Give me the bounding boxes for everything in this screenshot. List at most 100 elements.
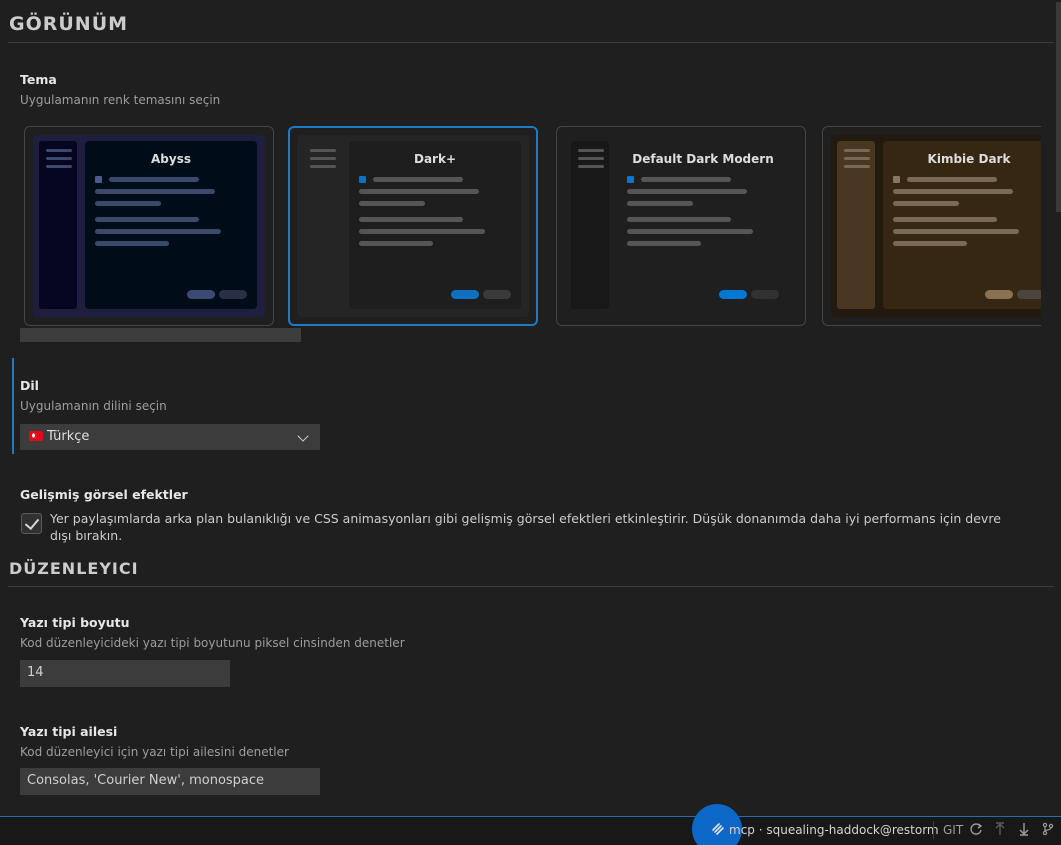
font-size-description: Kod düzenleyicideki yazı tipi boyutunu p…: [20, 636, 405, 650]
preview-sidebar-line: [310, 165, 336, 168]
refresh-icon[interactable]: [969, 822, 983, 836]
preview-code-line: [373, 177, 463, 182]
theme-name: Default Dark Modern: [632, 152, 774, 166]
theme-label: Tema: [20, 72, 57, 87]
preview-code-line: [109, 177, 199, 182]
font-size-label: Yazı tipi boyutu: [20, 615, 130, 630]
preview-sidebar-line: [578, 165, 604, 168]
theme-name: Dark+: [413, 152, 456, 166]
status-separator: [933, 821, 934, 839]
preview-code-line: [359, 217, 463, 222]
preview-sidebar-line: [46, 149, 72, 152]
status-git-label[interactable]: GIT: [943, 823, 963, 837]
preview-code-line: [907, 177, 997, 182]
theme-name: Kimbie Dark: [927, 152, 1011, 166]
preview-sidebar-line: [578, 149, 604, 152]
preview-code-line: [893, 229, 1019, 234]
scrollbar-thumb[interactable]: [1056, 2, 1061, 212]
language-select[interactable]: Türkçe: [20, 424, 320, 450]
language-description: Uygulamanın dilini seçin: [20, 399, 167, 413]
section-title-appearance: GÖRÜNÜM: [9, 13, 129, 35]
theme-description: Uygulamanın renk temasını seçin: [20, 93, 221, 107]
remote-icon: [712, 823, 724, 835]
theme-card[interactable]: Default Dark Modern: [556, 126, 806, 326]
preview-code-line: [627, 241, 701, 246]
preview-primary-button: [985, 290, 1013, 299]
theme-preview-editor: Dark+: [349, 141, 521, 309]
theme-preview-editor: Abyss: [85, 141, 257, 309]
section-divider: [8, 42, 1054, 43]
language-label: Dil: [20, 378, 39, 393]
theme-preview-sidebar: [303, 141, 341, 309]
pull-icon[interactable]: [1017, 822, 1031, 836]
preview-secondary-button: [751, 290, 779, 299]
settings-page: GÖRÜNÜM Tema Uygulamanın renk temasını s…: [0, 0, 1061, 845]
preview-code-line: [893, 189, 1013, 194]
preview-primary-button: [187, 290, 215, 299]
theme-card[interactable]: Dark+: [288, 126, 538, 326]
preview-primary-button: [719, 290, 747, 299]
preview-sidebar-line: [46, 157, 72, 160]
theme-card[interactable]: Kimbie Dark: [822, 126, 1041, 326]
preview-code-line: [627, 229, 753, 234]
preview-code-line: [893, 241, 967, 246]
preview-code-line: [627, 201, 693, 206]
preview-code-line: [359, 229, 485, 234]
preview-accent-square: [95, 176, 102, 183]
theme-preview-editor: Default Dark Modern: [617, 141, 789, 309]
preview-sidebar-line: [310, 157, 336, 160]
effects-checkbox[interactable]: [21, 513, 42, 534]
theme-preview: Dark+: [297, 135, 529, 317]
theme-preview: Kimbie Dark: [831, 135, 1041, 317]
preview-secondary-button: [483, 290, 511, 299]
preview-code-line: [359, 241, 433, 246]
preview-sidebar-line: [844, 157, 870, 160]
preview-sidebar-line: [844, 149, 870, 152]
theme-preview-sidebar: [837, 141, 875, 309]
theme-gallery: Abyss Dark+ Default Dark Modern Kimbie Dark: [20, 124, 1041, 329]
preview-code-line: [95, 229, 221, 234]
preview-sidebar-line: [310, 149, 336, 152]
theme-preview: Default Dark Modern: [565, 135, 797, 317]
theme-gallery-scrollbar[interactable]: [20, 328, 301, 342]
turkey-flag-icon: [29, 431, 43, 441]
preview-code-line: [893, 201, 959, 206]
section-title-editor: DÜZENLEYICI: [9, 559, 139, 578]
preview-sidebar-line: [844, 165, 870, 168]
focus-indicator: [12, 358, 14, 454]
preview-sidebar-line: [578, 157, 604, 160]
preview-accent-square: [893, 176, 900, 183]
preview-code-line: [641, 177, 731, 182]
font-family-input[interactable]: Consolas, 'Courier New', monospace: [20, 768, 320, 795]
status-remote-label[interactable]: mcp · squealing-haddock@restorm: [729, 823, 939, 837]
font-family-description: Kod düzenleyici için yazı tipi ailesini …: [20, 745, 289, 759]
theme-name: Abyss: [151, 152, 191, 166]
preview-accent-square: [627, 176, 634, 183]
font-size-input[interactable]: 14: [20, 660, 230, 687]
preview-accent-square: [359, 176, 366, 183]
preview-code-line: [359, 189, 479, 194]
section-divider: [8, 586, 1054, 587]
preview-code-line: [95, 217, 199, 222]
chevron-down-icon: [297, 430, 309, 442]
preview-secondary-button: [219, 290, 247, 299]
theme-card[interactable]: Abyss: [24, 126, 274, 326]
theme-preview-editor: Kimbie Dark: [883, 141, 1041, 309]
preview-code-line: [359, 201, 425, 206]
preview-code-line: [95, 241, 169, 246]
effects-description: Yer paylaşımlarda arka plan bulanıklığı …: [50, 511, 1001, 543]
preview-code-line: [95, 189, 215, 194]
preview-secondary-button: [1017, 290, 1041, 299]
preview-code-line: [95, 201, 161, 206]
preview-code-line: [627, 217, 731, 222]
preview-sidebar-line: [46, 165, 72, 168]
push-icon[interactable]: [993, 822, 1007, 836]
font-family-label: Yazı tipi ailesi: [20, 724, 118, 739]
theme-preview: Abyss: [33, 135, 265, 317]
preview-primary-button: [451, 290, 479, 299]
language-selected-value: Türkçe: [47, 429, 90, 444]
vertical-scrollbar[interactable]: [1056, 0, 1061, 815]
branch-icon[interactable]: [1041, 822, 1055, 836]
theme-preview-sidebar: [571, 141, 609, 309]
theme-preview-sidebar: [39, 141, 77, 309]
